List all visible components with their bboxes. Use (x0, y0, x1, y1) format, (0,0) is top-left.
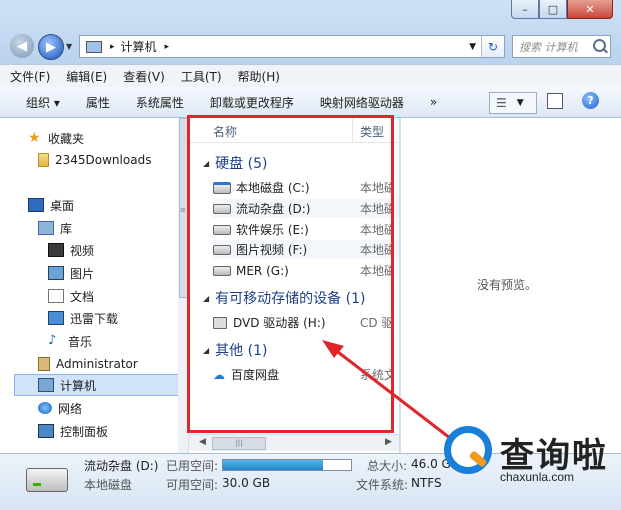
status-total-label: 总大小: (367, 459, 408, 473)
explorer-window: – □ ✕ ◀ ▶ ▼ ▸ 计算机 ▸ ▼ ↻ 搜索 计算机 文件(F) 编辑(… (0, 0, 621, 510)
arrow-shaft (333, 347, 451, 440)
search-logo-icon (444, 426, 492, 474)
status-fs-label: 文件系统: (356, 478, 409, 492)
status-free-label: 可用空间: (166, 478, 219, 492)
watermark-en: chaxunla.com (500, 470, 575, 484)
watermark-logo: 查询啦 chaxunla.com (438, 424, 616, 488)
status-drive-type: 本地磁盘 (84, 478, 133, 492)
used-space-bar (222, 459, 352, 471)
status-used-label: 已用空间: (166, 459, 219, 473)
drive-large-icon (26, 468, 68, 492)
status-drive-name: 流动杂盘 (D:) (84, 459, 159, 473)
used-space-fill (223, 460, 323, 470)
status-free-value: 30.0 GB (222, 476, 271, 490)
